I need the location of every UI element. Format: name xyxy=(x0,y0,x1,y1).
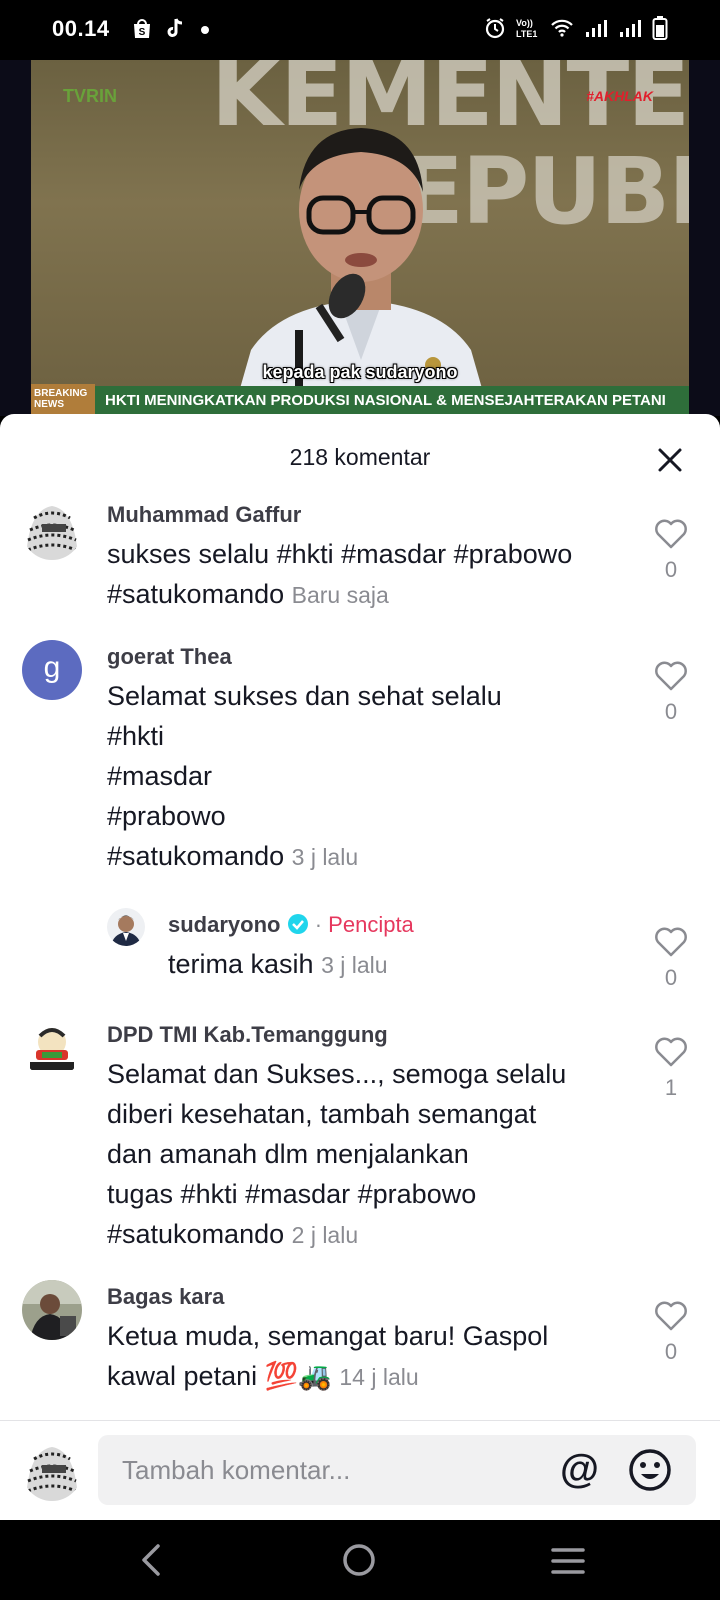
like-count: 0 xyxy=(664,699,678,724)
notification-dot-icon xyxy=(200,22,210,40)
comment-body: Selamat sukses dan sehat selalu #hkti #m… xyxy=(107,676,627,877)
avatar[interactable] xyxy=(22,500,82,560)
like-button[interactable]: 0 xyxy=(646,660,696,725)
comment-text: Ketua muda, semangat baru! Gaspol kawal … xyxy=(107,1321,549,1391)
channel-logo: TVRIN xyxy=(63,86,117,106)
wifi-icon xyxy=(550,18,574,43)
breaking-news-badge: BREAKING NEWS xyxy=(31,384,95,414)
heart-icon[interactable] xyxy=(653,660,689,692)
comment-text: Selamat sukses dan sehat selalu #hkti #m… xyxy=(107,681,502,871)
signal-sim2-icon xyxy=(618,18,642,43)
comment-time: 3 j lalu xyxy=(291,844,359,870)
shopee-bag-icon: S xyxy=(132,17,152,44)
volte-lte1-icon: Vo)) LTE1 xyxy=(516,17,540,44)
status-time: 00.14 xyxy=(52,16,110,41)
back-icon[interactable] xyxy=(138,1542,164,1583)
comment-time: 2 j lalu xyxy=(291,1222,359,1248)
comments-count-title: 218 komentar xyxy=(289,444,431,470)
creator-badge: Pencipta xyxy=(328,912,414,937)
campaign-logo: #AKHLAK xyxy=(586,88,653,104)
comment-text: Selamat dan Sukses..., semoga selalu dib… xyxy=(107,1059,567,1249)
mention-icon[interactable]: @ xyxy=(560,1447,599,1491)
separator-dot: · xyxy=(314,912,323,937)
comment-author[interactable]: Bagas kara xyxy=(107,1284,224,1310)
video-caption: kepada pak sudaryono xyxy=(262,362,458,382)
heart-icon[interactable] xyxy=(653,926,689,958)
comment-author[interactable]: DPD TMI Kab.Temanggung xyxy=(107,1022,388,1048)
like-button[interactable]: 0 xyxy=(646,1300,696,1365)
comment-body: Ketua muda, semangat baru! Gaspol kawal … xyxy=(107,1316,637,1397)
verified-badge-icon xyxy=(287,914,308,934)
heart-icon[interactable] xyxy=(653,518,689,550)
like-button[interactable]: 0 xyxy=(646,518,696,583)
home-icon[interactable] xyxy=(341,1542,377,1583)
svg-text:LTE1: LTE1 xyxy=(516,29,537,39)
close-icon[interactable] xyxy=(652,442,688,478)
like-count: 0 xyxy=(664,557,678,582)
comment-input-bar: @ xyxy=(0,1420,720,1520)
like-count: 0 xyxy=(664,965,678,990)
like-count: 0 xyxy=(664,1339,678,1364)
video-frame[interactable]: KEMENTE EPUBL TVRIN #AKHLAK kepada pak s… xyxy=(31,60,689,416)
like-count: 1 xyxy=(664,1075,678,1100)
comment-author[interactable]: Muhammad Gaffur xyxy=(107,502,301,528)
heart-icon[interactable] xyxy=(653,1036,689,1068)
heart-icon[interactable] xyxy=(653,1300,689,1332)
comments-sheet: 218 komentar Muhammad Gaffur sukses sela… xyxy=(0,414,720,1520)
system-nav-bar xyxy=(0,1520,720,1600)
tiktok-icon xyxy=(166,17,186,44)
close-button[interactable] xyxy=(652,442,688,478)
comment-author[interactable]: sudaryono xyxy=(168,912,280,937)
avatar[interactable] xyxy=(107,908,145,946)
my-avatar[interactable] xyxy=(22,1441,82,1501)
news-ticker: HKTI MENINGKATKAN PRODUKSI NASIONAL & ME… xyxy=(95,386,689,416)
comment-author[interactable]: goerat Thea xyxy=(107,644,232,670)
battery-icon xyxy=(652,16,668,45)
comment-author-line: sudaryono · Pencipta xyxy=(168,912,414,938)
comment-input-container[interactable]: @ xyxy=(98,1435,696,1505)
comment-body: Selamat dan Sukses..., semoga selalu dib… xyxy=(107,1054,637,1255)
comment-time: Baru saja xyxy=(291,582,389,608)
comment-time: 14 j lalu xyxy=(339,1364,419,1390)
like-button[interactable]: 1 xyxy=(646,1036,696,1101)
recents-icon[interactable] xyxy=(550,1546,586,1581)
avatar[interactable] xyxy=(22,1018,82,1078)
emoji-icon[interactable] xyxy=(628,1448,672,1497)
like-button[interactable]: 0 xyxy=(646,926,696,991)
svg-text:S: S xyxy=(139,27,146,38)
avatar[interactable] xyxy=(22,1280,82,1340)
avatar-letter: g xyxy=(43,651,61,684)
alarm-icon xyxy=(484,17,506,44)
comment-input[interactable] xyxy=(122,1435,542,1505)
comment-body: terima kasih 3 j lalu xyxy=(168,944,628,985)
video-player[interactable]: KEMENTE EPUBL TVRIN #AKHLAK kepada pak s… xyxy=(0,60,720,416)
svg-text:Vo)): Vo)) xyxy=(516,18,533,28)
comment-body: sukses selalu #hkti #masdar #prabowo #sa… xyxy=(107,534,627,615)
comment-time: 3 j lalu xyxy=(321,952,388,978)
comment-text: terima kasih xyxy=(168,949,314,979)
avatar[interactable]: g xyxy=(22,640,82,700)
signal-sim1-icon xyxy=(584,18,608,43)
status-bar: 00.14 S Vo)) LTE1 xyxy=(0,0,720,60)
